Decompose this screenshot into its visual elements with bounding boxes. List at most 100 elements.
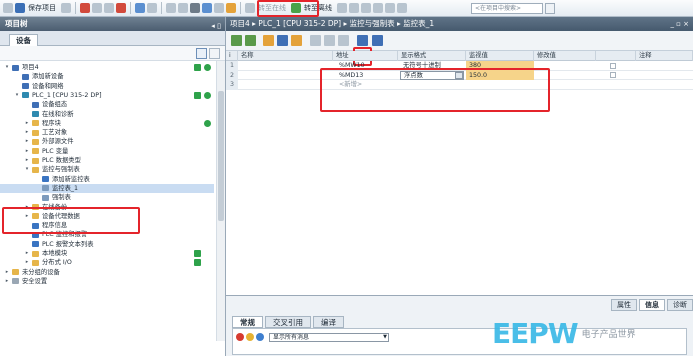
tab-diagnostics[interactable]: 诊断	[667, 299, 693, 311]
tree-item[interactable]: ▸ 外部源文件	[0, 137, 214, 146]
column-header-name[interactable]: 名称	[238, 51, 333, 61]
tree-scrollbar[interactable]	[216, 61, 225, 341]
cross-reference-icon[interactable]	[373, 3, 383, 13]
tree-item[interactable]: 程序信息	[0, 221, 214, 230]
column-header-modify-flag[interactable]	[596, 51, 636, 61]
tree-item[interactable]: ▸ PLC 变量	[0, 147, 214, 156]
window-split-icon[interactable]	[397, 3, 407, 13]
cell-address[interactable]: %MW10	[336, 61, 398, 71]
tree-item[interactable]: ▸ 安全设置	[0, 277, 214, 286]
table-row[interactable]: 2 %MD13 浮点数 150.0	[226, 70, 693, 81]
error-filter-icon[interactable]	[236, 333, 244, 341]
tree-item[interactable]: ▸ 未分组的设备	[0, 268, 214, 277]
window-split-icon[interactable]	[385, 3, 395, 13]
tree-item[interactable]: ▾ PLC_1 [CPU 315-2 DP]	[0, 91, 214, 100]
modify-all-icon[interactable]	[277, 35, 288, 46]
tree-item[interactable]: PLC 报警文本列表	[0, 240, 214, 249]
collapsed-arrow-icon[interactable]: ▸	[24, 137, 30, 146]
message-filter-select[interactable]: 显示所有消息 ▼	[269, 332, 389, 342]
compile-icon[interactable]	[190, 3, 200, 13]
column-header-address[interactable]: 地址	[333, 51, 398, 61]
cell-display-format[interactable]: 无符号十进制	[400, 61, 464, 71]
column-header-format[interactable]: 显示格式	[398, 51, 466, 61]
refresh-icon[interactable]	[291, 35, 302, 46]
collapsed-arrow-icon[interactable]: ▸	[24, 156, 30, 165]
window-controls-icon[interactable]: _ ▫ ×	[670, 17, 689, 31]
info-filter-icon[interactable]	[256, 333, 264, 341]
cell-address[interactable]: <新增>	[336, 80, 398, 90]
warning-filter-icon[interactable]	[246, 333, 254, 341]
tree-item[interactable]: ▸ 工艺对象	[0, 128, 214, 137]
tree-item[interactable]: ▾ 监控与强制表	[0, 165, 214, 174]
tree-item[interactable]: ▸ 程序块	[0, 119, 214, 128]
format-dropdown-button[interactable]	[455, 71, 463, 79]
cell-name[interactable]	[238, 61, 333, 71]
tree-scrollbar-thumb[interactable]	[218, 91, 224, 221]
tree-item[interactable]: 添加新监控表	[0, 175, 214, 184]
copy-icon[interactable]	[92, 3, 102, 13]
upload-icon[interactable]	[214, 3, 224, 13]
new-project-icon[interactable]	[3, 3, 13, 13]
save-project-button[interactable]: 保存项目	[28, 3, 56, 13]
collapsed-arrow-icon[interactable]: ▸	[4, 277, 10, 286]
tree-item[interactable]: PLC 监控和报警	[0, 230, 214, 239]
go-online-button[interactable]: 转至在线	[258, 3, 286, 13]
tab-devices[interactable]: 设备	[9, 34, 38, 46]
go-offline-icon[interactable]	[291, 3, 301, 13]
modify-checkbox[interactable]	[610, 72, 616, 78]
expanded-arrow-icon[interactable]: ▾	[24, 165, 30, 174]
tree-item[interactable]: 监控表_1	[0, 183, 214, 194]
tab-cross-reference[interactable]: 交叉引用	[265, 316, 311, 328]
tree-item[interactable]: ▸ 在线备份	[0, 203, 214, 212]
tree-item[interactable]: 设备和网络	[0, 82, 214, 91]
tab-properties[interactable]: 属性	[611, 299, 637, 311]
collapsed-arrow-icon[interactable]: ▸	[24, 249, 30, 258]
start-cpu-icon[interactable]	[349, 3, 359, 13]
split-view-icon[interactable]	[166, 3, 176, 13]
print-icon[interactable]	[61, 3, 71, 13]
tree-item[interactable]: 在线和诊断	[0, 110, 214, 119]
search-button[interactable]	[545, 3, 555, 14]
save-icon[interactable]	[15, 3, 25, 13]
expanded-arrow-icon[interactable]: ▾	[4, 63, 10, 72]
tree-item[interactable]: ▸ 分布式 I/O	[0, 258, 214, 267]
monitor-once-icon[interactable]	[372, 35, 383, 46]
collapsed-arrow-icon[interactable]: ▸	[24, 128, 30, 137]
download-icon[interactable]	[202, 3, 212, 13]
go-offline-button[interactable]: 转至离线	[304, 3, 332, 13]
show-force-icon[interactable]	[338, 35, 349, 46]
column-header-comment[interactable]: 注释	[636, 51, 693, 61]
tree-item[interactable]: ▾ 项目4	[0, 63, 214, 72]
modify-checkbox[interactable]	[610, 62, 616, 69]
tree-item[interactable]: 强制表	[0, 193, 214, 202]
tree-item[interactable]: ▸ PLC 数据类型	[0, 156, 214, 165]
project-search-input[interactable]: <在项目中搜索>	[471, 3, 543, 14]
cell-name[interactable]	[238, 71, 333, 81]
redo-icon[interactable]	[147, 3, 157, 13]
unforce-icon[interactable]	[324, 35, 335, 46]
cell-address[interactable]: %MD13	[336, 71, 398, 81]
tab-compile[interactable]: 编译	[313, 316, 344, 328]
tree-item[interactable]: ▸ 设备代理数据	[0, 212, 214, 221]
overview-icon[interactable]	[196, 48, 207, 59]
tree-item[interactable]: 添加新设备	[0, 72, 214, 81]
collapsed-arrow-icon[interactable]: ▸	[24, 258, 30, 267]
tree-options-icon[interactable]	[209, 48, 220, 59]
table-row[interactable]: 1 %MW10 无符号十进制 380	[226, 61, 693, 71]
undo-icon[interactable]	[135, 3, 145, 13]
go-online-icon[interactable]	[245, 3, 255, 13]
collapsed-arrow-icon[interactable]: ▸	[4, 268, 10, 277]
modify-value-icon[interactable]	[263, 35, 274, 46]
monitor-all-icon[interactable]	[357, 35, 368, 46]
tree-item[interactable]: 设备组态	[0, 100, 214, 109]
cell-name[interactable]	[238, 80, 333, 90]
insert-row-icon[interactable]	[231, 35, 242, 46]
collapsed-arrow-icon[interactable]: ▸	[24, 147, 30, 156]
paste-icon[interactable]	[104, 3, 114, 13]
tab-general[interactable]: 常规	[232, 316, 263, 328]
column-header-monitor-value[interactable]: 监视值	[466, 51, 534, 61]
simulation-icon[interactable]	[226, 3, 236, 13]
stop-cpu-icon[interactable]	[361, 3, 371, 13]
expanded-arrow-icon[interactable]: ▾	[14, 91, 20, 100]
cut-icon[interactable]	[80, 3, 90, 13]
